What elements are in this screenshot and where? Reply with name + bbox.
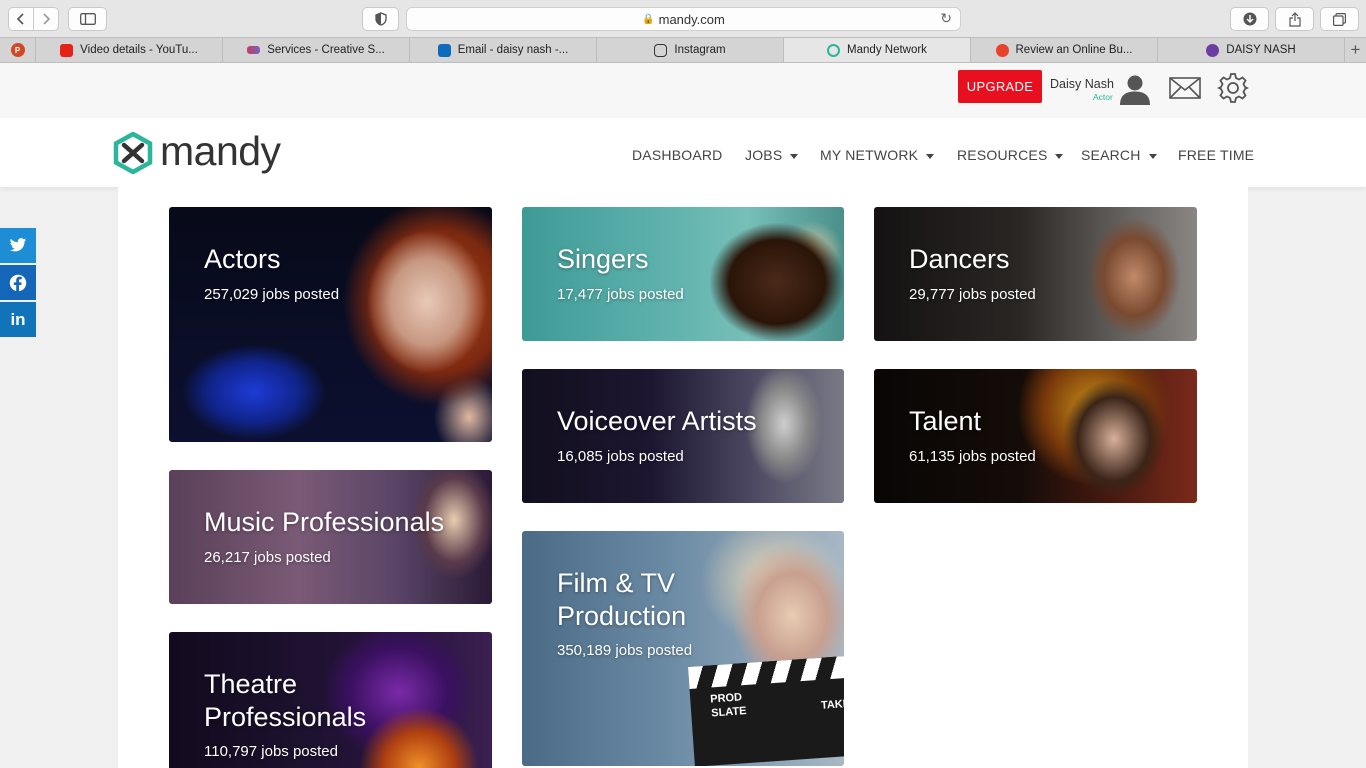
card-count: 17,477 jobs posted [557,286,684,303]
back-button[interactable] [8,7,34,31]
card-count: 29,777 jobs posted [909,286,1036,303]
browser-tab[interactable]: Services - Creative S... [223,38,410,62]
category-card-actors[interactable]: Actors 257,029 jobs posted [169,207,492,442]
new-tab-button[interactable]: + [1345,38,1366,62]
twitter-share-button[interactable] [0,228,36,263]
forward-button[interactable] [33,7,59,31]
card-count: 257,029 jobs posted [204,286,340,303]
card-count: 350,189 jobs posted [557,642,693,659]
chevron-right-icon [43,13,51,25]
facebook-share-button[interactable] [0,265,36,300]
outlook-icon [437,43,451,57]
category-card-music-professionals[interactable]: Music Professionals 26,217 jobs posted [169,470,492,604]
shield-icon [374,12,387,26]
share-button[interactable] [1275,7,1314,31]
plus-icon: + [1350,40,1361,59]
pinned-tab[interactable]: P [0,38,36,62]
category-card-film-tv-production[interactable]: PROD SLATE TAKE Film & TV Production 350… [522,531,844,766]
mail-icon[interactable] [1169,76,1201,100]
sidebar-icon [79,13,96,25]
category-card-theatre-professionals[interactable]: Theatre Professionals 110,797 jobs poste… [169,632,492,768]
card-title: Talent [909,406,982,436]
nav-search[interactable]: SEARCH [1081,147,1157,163]
browser-tab-bar: P Video details - YouTu... Services - Cr… [0,37,1366,63]
clapperboard-stripes [688,655,844,689]
category-card-talent[interactable]: Talent 61,135 jobs posted [874,369,1197,503]
card-title: Music Professionals [204,507,445,537]
category-card-singers[interactable]: Singers 17,477 jobs posted [522,207,844,341]
user-avatar-icon[interactable] [1119,73,1151,105]
nav-jobs[interactable]: JOBS [745,147,799,163]
mandy-icon [827,43,841,57]
settings-gear-icon[interactable] [1217,72,1249,104]
nav-dashboard[interactable]: DASHBOARD [632,147,722,163]
linkedin-share-button[interactable]: in [0,302,36,337]
card-count: 61,135 jobs posted [909,448,1036,465]
card-title: Actors [204,244,281,274]
main-navigation: mandy DASHBOARD JOBS MY NETWORK RESOURCE… [0,118,1366,187]
linkedin-icon: in [10,309,26,329]
caret-down-icon [790,153,799,159]
tab-overview-button[interactable] [1320,7,1359,31]
card-title: Film & TV Production [557,568,687,631]
card-count: 26,217 jobs posted [204,549,331,566]
review-icon [995,43,1009,57]
address-bar[interactable]: 🔒 mandy.com ↻ [406,7,961,31]
browser-toolbar: 🔒 mandy.com ↻ [0,0,1366,37]
caret-down-icon [926,153,935,159]
mandy-logo-icon[interactable] [112,132,154,174]
category-card-voiceover-artists[interactable]: Voiceover Artists 16,085 jobs posted [522,369,844,503]
nav-free-time[interactable]: FREE TIME [1178,147,1254,163]
twitter-icon [9,238,27,252]
tabs-icon [1333,12,1346,26]
user-bar: UPGRADE Daisy Nash Actor [0,63,1366,118]
clapper-label: TAKE [820,697,844,712]
share-icon [1288,11,1301,27]
sidebar-toggle-button[interactable] [68,7,107,31]
creative-services-icon [247,46,261,54]
browser-tab[interactable]: DAISY NASH [1158,38,1345,62]
browser-tab-active[interactable]: Mandy Network [784,38,971,62]
powerpoint-icon: P [10,43,25,57]
chevron-left-icon [16,13,24,25]
upgrade-button[interactable]: UPGRADE [958,70,1042,103]
user-role: Actor [1093,92,1113,102]
clapper-label: PROD [709,691,743,706]
caret-down-icon [1148,153,1157,159]
browser-tab[interactable]: Review an Online Bu... [971,38,1158,62]
card-title: Theatre Professionals [204,669,367,732]
facebook-icon [9,274,27,292]
category-card-dancers[interactable]: Dancers 29,777 jobs posted [874,207,1197,341]
clapper-label: SLATE [710,705,747,720]
privacy-report-button[interactable] [362,7,399,31]
caret-down-icon [1055,153,1064,159]
url-text: mandy.com [658,11,725,27]
card-count: 110,797 jobs posted [204,743,338,760]
reload-icon[interactable]: ↻ [940,10,952,27]
card-title: Dancers [909,244,1010,274]
card-title: Voiceover Artists [557,406,757,436]
download-icon [1243,12,1256,26]
browser-tab[interactable]: Video details - YouTu... [36,38,223,62]
nav-resources[interactable]: RESOURCES [957,147,1064,163]
clapperboard: PROD SLATE TAKE [688,655,844,766]
card-count: 16,085 jobs posted [557,448,684,465]
youtube-icon [60,43,74,57]
nav-my-network[interactable]: MY NETWORK [820,147,935,163]
mandy-logo-text[interactable]: mandy [160,128,281,175]
daisy-nash-icon [1206,43,1220,57]
browser-tab[interactable]: Instagram [597,38,784,62]
lock-icon: 🔒 [642,13,655,25]
downloads-button[interactable] [1230,7,1269,31]
card-title: Singers [557,244,649,274]
browser-tab[interactable]: Email - daisy nash -... [410,38,597,62]
user-name[interactable]: Daisy Nash [1050,77,1114,91]
instagram-icon [654,43,668,57]
